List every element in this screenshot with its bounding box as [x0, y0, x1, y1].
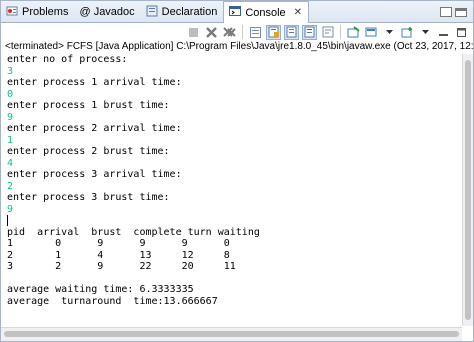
console-output-line: enter process 2 arrival time:: [7, 123, 182, 134]
console-output-line: 1 0 9 9 9 0: [7, 238, 230, 249]
maximize-icon[interactable]: [455, 7, 467, 17]
console-output-line: enter process 3 brust time:: [7, 192, 170, 203]
view-controls: [440, 2, 473, 22]
dropdown-arrow-icon[interactable]: [418, 25, 433, 40]
console-view: Problems @ Javadoc Declaration Console ✕: [0, 0, 474, 342]
console-input-line: 4: [7, 157, 14, 169]
display-selected-console-button[interactable]: [364, 25, 379, 40]
console-input-line: 2: [7, 180, 14, 192]
clear-console-button[interactable]: [248, 25, 263, 40]
console-icon: [229, 5, 242, 20]
console-input-line: 0: [7, 88, 14, 100]
scrollbar-thumb[interactable]: [4, 331, 459, 337]
remove-launch-button[interactable]: [204, 25, 219, 40]
console-output-line: enter no of process:: [7, 54, 128, 65]
console-output-line: average turnaround time:13.666667: [7, 295, 218, 307]
minimize-icon[interactable]: [440, 7, 452, 17]
console-output-line: 3 2 9 22 20 11: [7, 261, 236, 272]
tab-label: Console: [245, 6, 286, 19]
scroll-lock-button[interactable]: [266, 24, 281, 40]
console-output-line: enter process 3 arrival time:: [7, 169, 182, 180]
terminate-button[interactable]: [186, 25, 201, 40]
close-icon[interactable]: ✕: [294, 7, 302, 18]
show-console-on-output-button[interactable]: [284, 24, 299, 40]
console-input-line: 9: [7, 111, 14, 123]
dropdown-arrow-icon[interactable]: [382, 25, 397, 40]
tab-javadoc[interactable]: @ Javadoc: [74, 2, 140, 22]
problems-icon: [6, 5, 18, 20]
console-input-line: 1: [7, 134, 14, 146]
console-output-line: [7, 215, 462, 227]
launch-status: <terminated> FCFS [Java Application] C:\…: [5, 41, 473, 52]
tab-label: Declaration: [161, 6, 218, 18]
remove-all-terminated-button[interactable]: [222, 25, 237, 40]
console-toolbar: [1, 23, 473, 41]
open-console-button[interactable]: [400, 25, 415, 40]
horizontal-scrollbar[interactable]: [1, 327, 462, 341]
console-input-line: 9: [7, 203, 14, 215]
console-output[interactable]: enter no of process: 3 enter process 1 arr…: [1, 54, 462, 326]
toolbar-separator: [340, 25, 341, 39]
console-output-line: average waiting time: 6.3333335: [7, 284, 194, 295]
console-output-line: enter process 2 brust time:: [7, 146, 170, 157]
console-output-line: enter process 1 arrival time:: [7, 77, 182, 88]
view-tab-bar: Problems @ Javadoc Declaration Console ✕: [1, 1, 473, 23]
console-output-line: 2 1 4 13 12 8: [7, 249, 230, 261]
maximize-icon[interactable]: [454, 25, 469, 40]
toolbar-separator: [242, 25, 243, 39]
declaration-icon: [146, 5, 158, 20]
console-output-line: enter process 1 brust time:: [7, 100, 170, 111]
vertical-scrollbar[interactable]: [462, 54, 473, 326]
word-wrap-button[interactable]: [320, 25, 335, 40]
tab-problems[interactable]: Problems: [1, 2, 74, 22]
console-output-line: pid arrival brust complete turn waiting: [7, 226, 260, 238]
console-input-line: 3: [7, 65, 14, 77]
pin-console-button[interactable]: [346, 25, 361, 40]
tab-label: @ Javadoc: [79, 6, 135, 18]
show-console-on-error-button[interactable]: [302, 24, 317, 40]
minimize-icon[interactable]: [436, 25, 451, 40]
tab-label: Problems: [22, 6, 69, 18]
scrollbar-thumb[interactable]: [465, 60, 471, 320]
tab-declaration[interactable]: Declaration: [141, 2, 224, 22]
tab-console[interactable]: Console ✕: [223, 1, 310, 23]
text-caret: [7, 215, 8, 226]
